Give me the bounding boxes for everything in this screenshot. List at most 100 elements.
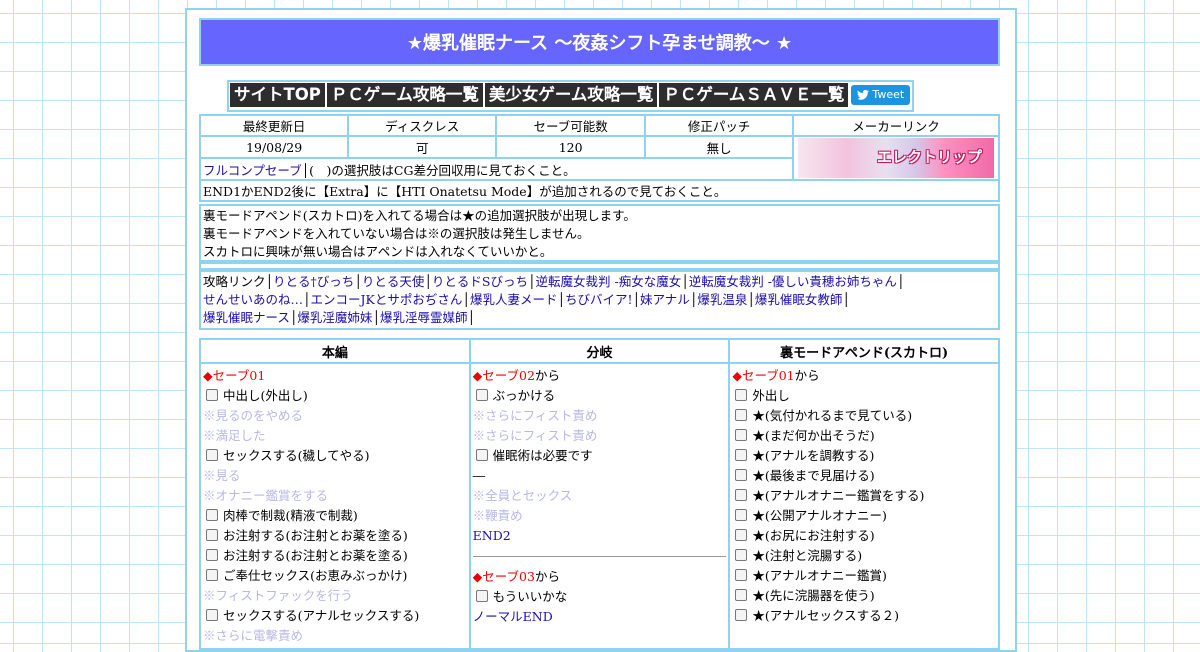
choice-label: ★(最後まで見届ける) bbox=[752, 468, 875, 483]
guide-link[interactable]: 爆乳人妻メード bbox=[470, 292, 558, 307]
choice-checkbox[interactable] bbox=[735, 449, 748, 461]
choice-checkbox[interactable] bbox=[206, 509, 218, 521]
last-updated-value: 19/08/29 bbox=[198, 135, 350, 159]
choice-label: もういいかな bbox=[492, 589, 568, 604]
ending-label[interactable]: ノーマルEND bbox=[473, 609, 553, 624]
choice-label: ★(気付かれるまで見ている) bbox=[752, 408, 913, 423]
nav-site-top[interactable]: サイトTOP bbox=[230, 83, 325, 107]
guide-link[interactable]: 爆乳淫辱霊媒師 bbox=[380, 310, 468, 325]
guide-link[interactable]: エンコーJKとサポおぢさん bbox=[311, 292, 463, 307]
conditional-choice-label: ※さらにフィスト責め bbox=[472, 428, 598, 443]
choice-item: ★(公開アナルオナニー) bbox=[732, 506, 996, 526]
choice-item: ★(まだ何か出そうだ) bbox=[732, 426, 996, 446]
choice-item: ★(注射と浣腸する) bbox=[732, 546, 996, 566]
diamond-icon: ◆ bbox=[472, 368, 483, 383]
choice-checkbox[interactable] bbox=[735, 409, 748, 421]
info-header: ディスクレス bbox=[347, 114, 498, 137]
choice-checkbox[interactable] bbox=[735, 509, 748, 521]
patch-value: 無し bbox=[644, 135, 795, 159]
choice-item: ★(お尻にお注射する) bbox=[732, 526, 996, 546]
choice-label: 肉棒で制裁(精液で制裁) bbox=[223, 508, 358, 523]
guide-link[interactable]: 爆乳温泉 bbox=[697, 292, 747, 307]
ending-link: ノーマルEND bbox=[473, 607, 727, 627]
save-heading: ◆セーブ01 bbox=[203, 366, 467, 386]
choice-item: ★(アナルオナニー鑑賞をする) bbox=[732, 486, 996, 506]
spacer-box bbox=[199, 262, 1000, 270]
divider bbox=[472, 556, 727, 557]
choice-checkbox[interactable] bbox=[735, 469, 748, 481]
guide-link[interactable]: 逆転魔女裁判 -優しい貴穂お姉ちゃん bbox=[689, 274, 897, 289]
page-title: ★爆乳催眠ナース ～夜姦シフト孕ませ調教～ ★ bbox=[199, 18, 1000, 66]
nav-pc-game-guides[interactable]: ＰＣゲーム攻略一覧 bbox=[326, 83, 483, 107]
nav-bishoujo-guides[interactable]: 美少女ゲーム攻略一覧 bbox=[484, 83, 658, 107]
choice-item: 肉棒で制裁(精液で制裁) bbox=[203, 506, 467, 526]
choice-checkbox[interactable] bbox=[206, 449, 218, 461]
guide-link[interactable]: 逆転魔女裁判 -痴女な魔女 bbox=[536, 274, 682, 289]
choice-checkbox[interactable] bbox=[735, 529, 748, 541]
bunki-list: もういいかなノーマルEND bbox=[473, 587, 727, 627]
choice-checkbox[interactable] bbox=[735, 569, 748, 581]
honpen-list: 中出し(外出し) ※見るのをやめる ※満足した セックスする(穢してやる) ※見る ※オナ… bbox=[203, 386, 467, 646]
choice-item: お注射する(お注射とお薬を塗る) bbox=[203, 546, 467, 566]
conditional-choice: ※フィストファックを行う bbox=[203, 586, 467, 606]
choice-label: ★(まだ何か出そうだ) bbox=[752, 428, 875, 443]
column-header-ura: 裏モードアペンド(スカトロ) bbox=[728, 338, 1000, 364]
ending-label[interactable]: END2 bbox=[473, 528, 511, 543]
ura-column: ◆セーブ01から 外出し ★(気付かれるまで見ている) ★(まだ何か出そうだ) ★(ア… bbox=[728, 362, 1000, 650]
choice-label: お注射する(お注射とお薬を塗る) bbox=[223, 548, 408, 563]
choice-checkbox[interactable] bbox=[735, 549, 748, 561]
choice-checkbox[interactable] bbox=[475, 449, 488, 461]
guide-link[interactable]: 爆乳催眠ナース bbox=[203, 310, 290, 325]
choice-item: セックスする(穢してやる) bbox=[203, 446, 467, 466]
choice-checkbox[interactable] bbox=[735, 489, 748, 501]
choice-item: ★(アナルオナニー鑑賞) bbox=[732, 566, 996, 586]
guide-link[interactable]: りとる†びっち bbox=[273, 274, 354, 289]
column-header-bunki: 分岐 bbox=[468, 338, 731, 364]
choice-checkbox[interactable] bbox=[206, 529, 218, 541]
choice-checkbox[interactable] bbox=[475, 389, 488, 401]
extra-note: END1かEND2後に【Extra】に【HTI Onatetsu Mode】が追… bbox=[199, 179, 1000, 202]
ura-list: 外出し ★(気付かれるまで見ている) ★(まだ何か出そうだ) ★(アナルを調教する) ★… bbox=[732, 386, 996, 626]
choice-item: ぶっかける bbox=[473, 386, 727, 406]
choice-item: もういいかな bbox=[473, 587, 727, 607]
choice-checkbox[interactable] bbox=[206, 569, 218, 581]
guide-link[interactable]: 妹アナル bbox=[640, 292, 690, 307]
info-table: 最終更新日 ディスクレス セーブ可能数 修正パッチ メーカーリンク 19/08/… bbox=[198, 114, 1000, 202]
guide-link[interactable]: ちびバイア! bbox=[565, 292, 633, 307]
bunki-column: ◆セーブ02から ぶっかける ※さらにフィスト責め ※さらにフィスト責め 催眠術は必要… bbox=[468, 362, 731, 650]
content: ★爆乳催眠ナース ～夜姦シフト孕ませ調教～ ★ サイトTOP ＰＣゲーム攻略一覧… bbox=[198, 18, 1000, 650]
guide-link[interactable]: 爆乳催眠女教師 bbox=[755, 292, 843, 307]
choice-label: お注射する(お注射とお薬を塗る) bbox=[223, 528, 408, 543]
choice-checkbox[interactable] bbox=[206, 609, 218, 621]
choice-label: 中出し(外出し) bbox=[223, 388, 308, 403]
tweet-button[interactable]: Tweet bbox=[851, 85, 911, 105]
choice-checkbox[interactable] bbox=[735, 609, 748, 621]
info-header: 最終更新日 bbox=[198, 114, 350, 137]
choice-checkbox[interactable] bbox=[206, 389, 218, 401]
choice-label: 外出し bbox=[752, 388, 790, 403]
nav-pc-game-saves[interactable]: ＰＣゲームＳＡＶＥ一覧 bbox=[659, 83, 849, 107]
save-label: セーブ02 bbox=[482, 368, 535, 383]
choice-checkbox[interactable] bbox=[206, 549, 218, 561]
column-header-honpen: 本編 bbox=[199, 338, 471, 364]
separator-text: ― bbox=[473, 466, 727, 486]
diamond-icon: ◆ bbox=[472, 569, 483, 584]
save-heading: ◆セーブ01から bbox=[732, 366, 996, 386]
guide-link[interactable]: 爆乳淫魔姉妹 bbox=[297, 310, 372, 325]
choice-checkbox[interactable] bbox=[475, 590, 488, 602]
maker-banner[interactable]: エレクトリップ bbox=[798, 138, 995, 178]
note-line: スカトロに興味が無い場合はアペンドは入れなくていいかと。 bbox=[203, 244, 553, 259]
choice-label: ★(アナルオナニー鑑賞をする) bbox=[752, 488, 925, 503]
choice-item: ご奉仕セックス(お恵みぶっかけ) bbox=[203, 566, 467, 586]
choice-checkbox[interactable] bbox=[735, 589, 748, 601]
guide-link[interactable]: りとるドSびっち bbox=[432, 274, 528, 289]
guide-link[interactable]: せんせいあのね… bbox=[203, 292, 303, 307]
guide-link[interactable]: りとる天使 bbox=[362, 274, 425, 289]
choice-checkbox[interactable] bbox=[735, 429, 748, 441]
save-label: セーブ01 bbox=[741, 368, 795, 383]
choice-label: 催眠術は必要です bbox=[492, 448, 593, 463]
choice-item: 外出し bbox=[732, 386, 996, 406]
choice-label: セックスする(アナルセックスする) bbox=[223, 608, 420, 623]
choice-checkbox[interactable] bbox=[735, 389, 748, 401]
fullcomp-save-link[interactable]: フルコンプセーブ bbox=[203, 163, 302, 178]
